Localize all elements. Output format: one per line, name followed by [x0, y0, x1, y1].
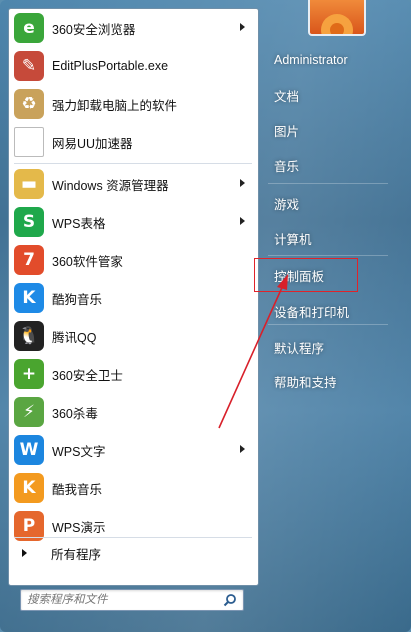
pointer-arrow [218, 274, 288, 429]
